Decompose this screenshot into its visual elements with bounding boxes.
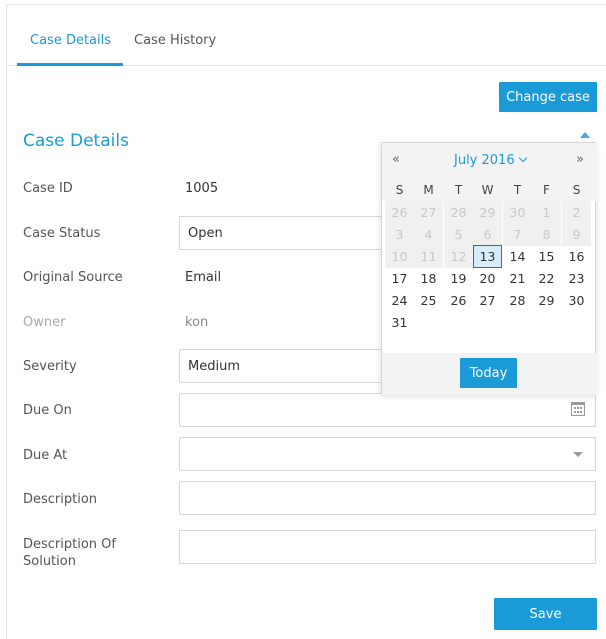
calendar-day[interactable]: 24 — [385, 289, 414, 312]
calendar-day: 5 — [444, 223, 473, 246]
case-id-label: Case ID — [23, 181, 73, 196]
calendar-day: 29 — [473, 201, 502, 224]
tab-case-history[interactable]: Case History — [134, 33, 216, 48]
calendar-day[interactable]: 20 — [473, 267, 502, 290]
calendar-day[interactable]: 26 — [444, 289, 473, 312]
tab-case-details[interactable]: Case Details — [30, 33, 111, 48]
change-case-button[interactable]: Change case — [499, 82, 597, 112]
severity-value: Medium — [188, 359, 240, 374]
calendar-day: 9 — [562, 223, 591, 246]
today-button[interactable]: Today — [460, 358, 517, 388]
calendar-day: 11 — [414, 245, 443, 268]
calendar-day: 1 — [532, 201, 561, 224]
weekday-header: S M T W T F S — [382, 177, 597, 201]
due-on-input[interactable] — [179, 393, 596, 427]
weekday-label: F — [543, 183, 550, 197]
original-source-label: Original Source — [23, 270, 123, 285]
save-button[interactable]: Save — [494, 598, 597, 630]
calendar-day: 6 — [473, 223, 502, 246]
calendar-day[interactable]: 31 — [385, 311, 414, 334]
calendar-day-selected[interactable]: 13 — [473, 245, 502, 268]
calendar-day: 2 — [562, 201, 591, 224]
month-year-selector[interactable]: July 2016 — [454, 153, 527, 168]
weekday-label: S — [395, 183, 404, 197]
calendar-day: 30 — [503, 201, 532, 224]
case-panel: Case Details Case History Change case Ca… — [6, 4, 606, 639]
calendar-day[interactable]: 27 — [473, 289, 502, 312]
due-at-label: Due At — [23, 448, 68, 463]
weekday-label: T — [513, 183, 522, 197]
weekday-label: T — [454, 183, 463, 197]
description-of-solution-input[interactable] — [179, 530, 596, 564]
calendar-day: 4 — [414, 223, 443, 246]
case-status-label: Case Status — [23, 226, 101, 241]
due-on-label: Due On — [23, 403, 72, 418]
calendar-icon[interactable] — [571, 402, 585, 416]
owner-label: Owner — [23, 315, 66, 330]
calendar-day: 3 — [385, 223, 414, 246]
owner-value: kon — [185, 315, 209, 330]
calendar-day[interactable]: 21 — [503, 267, 532, 290]
calendar-day: 28 — [444, 201, 473, 224]
calendar-day[interactable]: 25 — [414, 289, 443, 312]
calendar-day: 27 — [414, 201, 443, 224]
calendar-day: 7 — [503, 223, 532, 246]
caret-down-icon — [573, 452, 583, 457]
weekday-label: S — [572, 183, 581, 197]
datepicker-pointer — [580, 132, 590, 138]
active-tab-indicator — [17, 63, 123, 66]
weekday-label: W — [481, 183, 494, 197]
calendar-day[interactable]: 18 — [414, 267, 443, 290]
calendar-day[interactable]: 30 — [562, 289, 591, 312]
calendar-day[interactable]: 17 — [385, 267, 414, 290]
datepicker: « July 2016 » S M T W T F S 26 27 28 29 30 1 2… — [381, 142, 597, 395]
calendar-day[interactable]: 29 — [532, 289, 561, 312]
case-id-value: 1005 — [185, 181, 219, 196]
weekday-label: M — [423, 183, 434, 197]
calendar-day: 10 — [385, 245, 414, 268]
description-input[interactable] — [179, 481, 596, 515]
original-source-value: Email — [185, 270, 222, 285]
calendar-day[interactable]: 19 — [444, 267, 473, 290]
calendar-day[interactable]: 22 — [532, 267, 561, 290]
prev-month-button[interactable]: « — [392, 152, 400, 167]
section-title: Case Details — [23, 131, 129, 151]
case-status-value: Open — [188, 226, 223, 241]
calendar-day[interactable]: 16 — [562, 245, 591, 268]
calendar-day: 12 — [444, 245, 473, 268]
datepicker-header: « July 2016 » — [382, 143, 597, 177]
month-year-label: July 2016 — [454, 153, 515, 168]
tab-bar: Case Details Case History — [7, 5, 606, 66]
datepicker-footer: Today — [382, 353, 597, 395]
chevron-down-icon — [518, 153, 527, 163]
calendar-day[interactable]: 23 — [562, 267, 591, 290]
calendar-day: 8 — [532, 223, 561, 246]
calendar-day: 26 — [385, 201, 414, 224]
severity-label: Severity — [23, 359, 77, 374]
description-of-solution-label: Description Of Solution — [23, 537, 116, 569]
calendar-day[interactable]: 28 — [503, 289, 532, 312]
calendar-day[interactable]: 14 — [503, 245, 532, 268]
next-month-button[interactable]: » — [576, 152, 584, 167]
calendar-day[interactable]: 15 — [532, 245, 561, 268]
description-label: Description — [23, 492, 98, 507]
due-at-select[interactable] — [179, 437, 596, 471]
